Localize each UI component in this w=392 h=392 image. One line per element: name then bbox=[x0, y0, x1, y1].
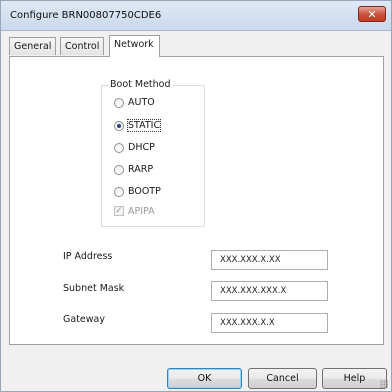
title-bar[interactable]: Configure BRN00807750CDE6 ✕ bbox=[1, 1, 391, 31]
radio-dhcp-label: DHCP bbox=[128, 142, 155, 153]
tab-network-label: Network bbox=[114, 39, 154, 50]
cancel-button[interactable]: Cancel bbox=[248, 368, 317, 389]
tab-control[interactable]: Control bbox=[60, 37, 105, 55]
close-icon: ✕ bbox=[367, 8, 377, 21]
radio-static-label: STATIC bbox=[126, 119, 162, 132]
radio-bootp-label: BOOTP bbox=[128, 186, 161, 197]
tab-network[interactable]: Network bbox=[109, 35, 160, 57]
configure-dialog: Configure BRN00807750CDE6 ✕ General Cont… bbox=[0, 0, 392, 392]
boot-method-title: Boot Method bbox=[108, 79, 173, 90]
gateway-input[interactable]: XXX.XXX.X.X bbox=[211, 313, 328, 333]
tab-control-label: Control bbox=[65, 41, 100, 52]
tab-general-label: General bbox=[14, 41, 52, 52]
radio-bootp-button[interactable] bbox=[114, 187, 124, 197]
subnet-mask-label: Subnet Mask bbox=[63, 283, 125, 294]
close-button[interactable]: ✕ bbox=[358, 6, 386, 22]
resize-grip-icon[interactable] bbox=[380, 380, 388, 388]
help-button[interactable]: Help bbox=[322, 368, 387, 389]
subnet-mask-input[interactable]: XXX.XXX.XXX.X bbox=[211, 281, 328, 301]
ip-address-input[interactable]: XXX.XXX.X.XX bbox=[211, 250, 328, 270]
radio-rarp-label: RARP bbox=[128, 164, 154, 175]
window-title: Configure BRN00807750CDE6 bbox=[10, 10, 162, 21]
apipa-checkbox: ✓ bbox=[114, 206, 124, 216]
ip-address-label: IP Address bbox=[63, 251, 113, 262]
gateway-label: Gateway bbox=[63, 314, 105, 325]
radio-auto-label: AUTO bbox=[128, 97, 155, 108]
tab-general[interactable]: General bbox=[9, 37, 57, 55]
radio-dhcp-button[interactable] bbox=[114, 143, 124, 153]
radio-rarp-button[interactable] bbox=[114, 165, 124, 175]
ok-button[interactable]: OK bbox=[167, 368, 242, 389]
radio-auto-button[interactable] bbox=[114, 98, 124, 108]
radio-static-button[interactable] bbox=[114, 121, 124, 131]
apipa-label: APIPA bbox=[128, 206, 155, 217]
